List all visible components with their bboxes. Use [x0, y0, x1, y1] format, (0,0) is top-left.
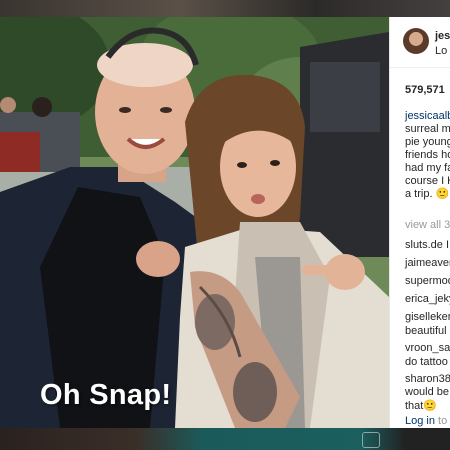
comment-item[interactable]: erica_jeky — [405, 293, 450, 305]
login-prompt-text: to l — [438, 415, 450, 427]
caption-line: had my fa — [405, 162, 450, 174]
caption-line: course I H — [405, 175, 450, 187]
comment-item[interactable]: giselleken — [405, 311, 450, 323]
login-prompt: Log in to l — [405, 415, 450, 427]
post-username[interactable]: jessicaalba — [435, 30, 450, 42]
avatar[interactable] — [403, 28, 429, 54]
caption-line: a trip. 🙂 — [405, 188, 450, 200]
photo-caption-text: Oh Snap! — [40, 379, 172, 411]
comment-item[interactable]: vroon_sa — [405, 342, 450, 354]
blurred-background-top — [0, 0, 450, 17]
login-link[interactable]: Log in — [405, 415, 435, 427]
comment-item[interactable]: sharon38 — [405, 373, 450, 385]
caption-username[interactable]: jessicaalb — [405, 110, 450, 123]
watermark-icon — [362, 432, 380, 448]
comment-text: would be — [405, 386, 450, 398]
comment-item[interactable]: supermod — [405, 275, 450, 287]
post-photo: Oh Snap! — [0, 17, 389, 428]
likes-count: 579,571 — [405, 84, 445, 96]
comment-text: beautiful — [405, 325, 447, 337]
post-header: jessicaalba Lo — [390, 17, 450, 68]
blurred-background-bottom — [0, 428, 450, 450]
caption-line: friends ho — [405, 149, 450, 161]
post-location[interactable]: Lo — [435, 45, 447, 57]
comment-item[interactable]: jaimeaven — [405, 257, 450, 269]
comment-item[interactable]: sluts.de I — [405, 239, 449, 251]
caption-line: surreal mo — [405, 123, 450, 135]
post-side-panel: jessicaalba Lo 579,571 jessicaalb surrea… — [389, 17, 450, 428]
caption-line: pie young — [405, 136, 450, 148]
comment-text: do tattoo — [405, 356, 448, 368]
view-all-comments-link[interactable]: view all 36 — [405, 219, 450, 231]
comment-text: that🙂 — [405, 400, 438, 412]
